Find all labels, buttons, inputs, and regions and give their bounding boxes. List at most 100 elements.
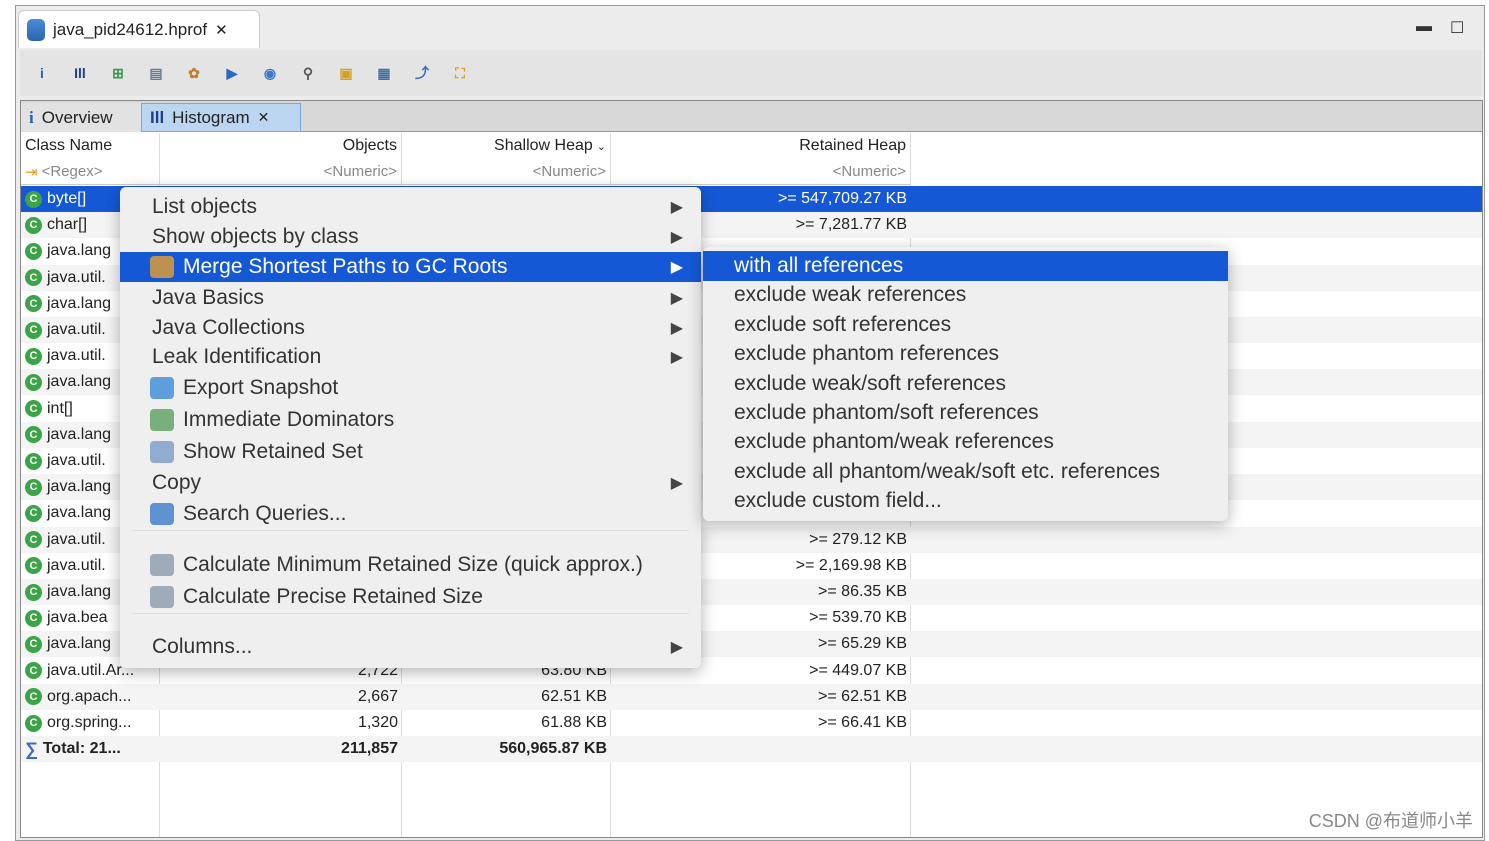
retained-set-icon xyxy=(150,441,174,463)
submenu-item[interactable]: exclude custom field... xyxy=(703,486,1228,516)
class-icon: C xyxy=(25,557,42,575)
tab-histogram[interactable]: Ill Histogram ✕ xyxy=(141,103,301,132)
menu-item[interactable]: Show objects by class ▶ xyxy=(120,222,701,252)
close-icon[interactable]: ✕ xyxy=(215,21,228,39)
sum-icon: ∑ xyxy=(25,738,38,759)
class-name: byte[] xyxy=(47,190,87,207)
menu-item[interactable]: Copy ▶ xyxy=(120,468,701,498)
close-icon[interactable]: ✕ xyxy=(258,109,270,126)
class-icon: C xyxy=(25,321,42,339)
query-browser-icon[interactable]: ◉ xyxy=(258,61,282,85)
oql-icon[interactable]: ▤ xyxy=(144,61,168,85)
tab-overview[interactable]: i Overview xyxy=(21,103,141,132)
search-icon[interactable]: ⚲ xyxy=(296,61,320,85)
compare-icon[interactable]: ⛶ xyxy=(448,61,472,85)
submenu-arrow-icon: ▶ xyxy=(670,320,683,337)
menu-separator xyxy=(132,613,689,614)
total-row[interactable]: ∑ Total: 21... 211,857 560,965.87 KB xyxy=(21,736,1482,763)
column-objects[interactable]: Objects xyxy=(160,133,402,159)
calculator-icon xyxy=(150,554,174,576)
submenu-arrow-icon: ▶ xyxy=(670,290,683,307)
column-retained-heap[interactable]: Retained Heap xyxy=(611,133,911,159)
class-name: java.lang xyxy=(47,373,112,391)
menu-item[interactable]: Java Basics ▶ xyxy=(120,283,701,313)
class-icon: C xyxy=(25,714,42,732)
class-icon: C xyxy=(25,400,42,418)
class-name: java.util. xyxy=(47,347,106,365)
class-icon: C xyxy=(25,347,42,365)
menu-item-label: Calculate Minimum Retained Size (quick a… xyxy=(183,553,643,576)
heap-dump-overview-icon[interactable]: ✿ xyxy=(182,61,206,85)
filter-shallow-heap[interactable]: <Numeric> xyxy=(402,159,611,185)
editor-tab-title: java_pid24612.hprof xyxy=(53,19,208,39)
table-row[interactable]: Corg.apach... 2,667 62.51 KB >= 62.51 KB xyxy=(21,683,1482,710)
menu-item-label: Java Basics xyxy=(152,286,265,309)
menu-item-label: Merge Shortest Paths to GC Roots xyxy=(183,255,508,278)
filter-objects[interactable]: <Numeric> xyxy=(160,159,402,185)
menu-item[interactable]: Columns... ▶ xyxy=(120,632,701,662)
class-name: java.lang xyxy=(47,583,112,600)
class-icon: C xyxy=(25,190,42,208)
run-report-icon[interactable]: ▶ xyxy=(220,61,244,85)
menu-item-label: Show objects by class xyxy=(152,225,359,248)
calculate-icon[interactable]: ▦ xyxy=(372,61,396,85)
shallow-cell: 61.88 KB xyxy=(541,714,607,731)
toolbar: i Ill ⊞ ▤ ✿ ▶ ◉ ⚲ ▣ ▦ ⤴ ⛶ xyxy=(20,50,1482,96)
menu-item[interactable]: Export Snapshot xyxy=(120,373,701,403)
group-icon[interactable]: ▣ xyxy=(334,61,358,85)
submenu-item[interactable]: exclude soft references xyxy=(703,310,1228,340)
dominators-icon xyxy=(150,409,174,431)
submenu-item[interactable]: exclude weak/soft references xyxy=(703,369,1228,399)
submenu-item[interactable]: exclude phantom/weak references xyxy=(703,427,1228,457)
class-icon: C xyxy=(25,242,42,260)
class-icon: C xyxy=(25,216,42,234)
class-name-cell: Corg.apach... xyxy=(21,684,159,710)
class-icon: C xyxy=(25,373,42,391)
menu-item-label: Copy xyxy=(152,471,202,494)
dominator-tree-icon[interactable]: ⊞ xyxy=(106,61,130,85)
column-class-name[interactable]: Class Name xyxy=(21,133,160,159)
filter-placeholder: <Regex> xyxy=(41,163,103,180)
editor-tab[interactable]: java_pid24612.hprof ✕ xyxy=(18,10,260,48)
menu-item[interactable]: Leak Identification ▶ xyxy=(120,342,701,372)
menu-item[interactable]: Immediate Dominators xyxy=(120,405,701,435)
class-icon: C xyxy=(25,452,42,470)
histogram-icon[interactable]: Ill xyxy=(68,61,92,85)
submenu-item[interactable]: exclude weak references xyxy=(703,280,1228,310)
shallow-cell: 560,965.87 KB xyxy=(499,740,607,758)
submenu-item[interactable]: with all references xyxy=(703,251,1228,281)
export-icon[interactable]: ⤴ xyxy=(410,61,434,85)
menu-item[interactable]: Calculate Minimum Retained Size (quick a… xyxy=(120,550,701,580)
menu-item[interactable]: Show Retained Set xyxy=(120,437,701,467)
submenu-item[interactable]: exclude phantom references xyxy=(703,339,1228,369)
class-name: java.bea xyxy=(47,609,108,627)
retained-cell: >= 62.51 KB xyxy=(818,687,907,705)
filter-retained-heap[interactable]: <Numeric> xyxy=(611,159,911,185)
submenu-arrow-icon: ▶ xyxy=(670,199,683,216)
menu-separator xyxy=(132,530,689,531)
submenu-item[interactable]: exclude all phantom/weak/soft etc. refer… xyxy=(703,457,1228,487)
maximize-button[interactable]: ☐ xyxy=(1450,18,1464,38)
filter-class-name[interactable]: ⇥ <Regex> xyxy=(21,159,160,185)
class-name: java.lang xyxy=(47,635,112,653)
menu-item-label: Calculate Precise Retained Size xyxy=(183,585,483,608)
submenu-item[interactable]: exclude phantom/soft references xyxy=(703,398,1228,428)
menu-item[interactable]: List objects ▶ xyxy=(120,192,701,222)
column-shallow-heap[interactable]: Shallow Heap ⌄ xyxy=(402,133,611,159)
class-icon: C xyxy=(25,609,42,627)
minimize-button[interactable]: ▬ xyxy=(1416,18,1432,36)
menu-item[interactable]: Search Queries... xyxy=(120,499,701,529)
menu-item-label: Show Retained Set xyxy=(183,440,363,463)
menu-item[interactable]: Merge Shortest Paths to GC Roots ▶ xyxy=(120,252,701,282)
class-name: int[] xyxy=(47,399,73,417)
menu-item-label: Java Collections xyxy=(152,316,305,339)
menu-item[interactable]: Java Collections ▶ xyxy=(120,313,701,343)
table-row[interactable]: Corg.spring... 1,320 61.88 KB >= 66.41 KB xyxy=(21,710,1482,736)
menu-item-label: Immediate Dominators xyxy=(183,408,395,431)
info-icon[interactable]: i xyxy=(30,61,54,85)
filter-icon: ⇥ xyxy=(25,163,38,181)
objects-cell: 1,320 xyxy=(357,714,398,731)
class-icon: C xyxy=(25,269,42,287)
menu-item[interactable]: Calculate Precise Retained Size xyxy=(120,582,701,612)
column-label: Shallow Heap xyxy=(494,137,593,154)
